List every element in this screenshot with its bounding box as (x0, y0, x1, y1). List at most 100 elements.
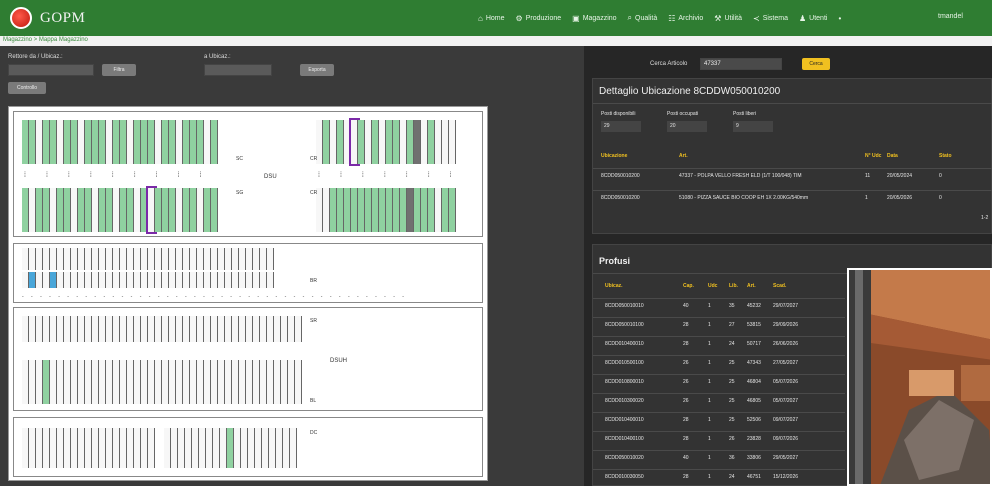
rack-row[interactable] (22, 360, 302, 404)
profili-cell[interactable]: 46804 (747, 379, 761, 385)
detail-cell[interactable]: 20/05/2024 (887, 173, 912, 179)
profili-cell[interactable]: 40 (683, 455, 689, 461)
logo-icon[interactable] (10, 7, 32, 29)
profili-cell[interactable]: 46805 (747, 398, 761, 404)
profili-cell[interactable]: 28 (683, 322, 689, 328)
rack-row[interactable] (22, 272, 274, 288)
profili-cell[interactable]: 29/07/2027 (773, 303, 798, 309)
detail-cell[interactable]: 20/05/2026 (887, 195, 912, 201)
profili-cell[interactable]: 1 (708, 379, 711, 385)
profili-cell[interactable]: 8CDD050010100 (605, 322, 644, 328)
profili-cell[interactable]: 28 (683, 436, 689, 442)
profili-cell[interactable]: 26 (683, 379, 689, 385)
profili-cell[interactable]: 1 (708, 303, 711, 309)
profili-cell[interactable]: 15/12/2026 (773, 474, 798, 480)
detail-cell[interactable]: 8CDD050010200 (601, 195, 640, 201)
profili-cell[interactable]: 09/07/2027 (773, 417, 798, 423)
detail-cell[interactable]: 1 (865, 195, 868, 201)
profili-cell[interactable]: 05/07/2026 (773, 379, 798, 385)
profili-cell[interactable]: 25 (729, 398, 735, 404)
detail-cell[interactable]: 0 (939, 195, 942, 201)
rack-row[interactable] (316, 188, 456, 232)
profili-cell[interactable]: 52506 (747, 417, 761, 423)
profili-column-header[interactable]: Scad. (773, 283, 786, 289)
rack-row[interactable] (164, 428, 297, 468)
profili-column-header[interactable]: Udc (708, 283, 717, 289)
export-button[interactable]: Esporta (300, 64, 334, 76)
rack-row[interactable] (22, 186, 218, 234)
profili-cell[interactable]: 45232 (747, 303, 761, 309)
profili-cell[interactable]: 1 (708, 436, 711, 442)
profili-cell[interactable]: 1 (708, 360, 711, 366)
profili-cell[interactable]: 1 (708, 341, 711, 347)
profili-cell[interactable]: 46751 (747, 474, 761, 480)
brand-title[interactable]: GOPM (40, 10, 85, 27)
article-search-input[interactable]: 47337 (700, 58, 782, 70)
search-button[interactable]: Cerca (802, 58, 830, 70)
nav-item-utenti[interactable]: ♟ Utenti (799, 14, 827, 23)
profili-cell[interactable]: 1 (708, 455, 711, 461)
profili-cell[interactable]: 24 (729, 341, 735, 347)
profili-cell[interactable]: 09/07/2026 (773, 436, 798, 442)
profili-cell[interactable]: 8CDD050010020 (605, 455, 644, 461)
profili-column-header[interactable]: Lib. (729, 283, 738, 289)
profili-cell[interactable]: 25 (729, 379, 735, 385)
profili-cell[interactable]: 23828 (747, 436, 761, 442)
filter-button[interactable]: Filtra (102, 64, 136, 76)
rack-row[interactable] (22, 120, 218, 164)
profili-cell[interactable]: 8CDD010800010 (605, 379, 644, 385)
profili-cell[interactable]: 1 (708, 398, 711, 404)
profili-cell[interactable]: 8CDD010300020 (605, 398, 644, 404)
detail-cell[interactable]: 0 (939, 173, 942, 179)
profili-cell[interactable]: 26/06/2026 (773, 341, 798, 347)
to-location-input[interactable] (204, 64, 272, 76)
detail-cell[interactable]: 11 (865, 173, 870, 179)
profili-column-header[interactable]: Cap. (683, 283, 694, 289)
profili-cell[interactable]: 8CDD010400010 (605, 417, 644, 423)
profili-cell[interactable]: 27 (729, 322, 735, 328)
breadcrumb[interactable]: Magazzino > Mappa Magazzino (3, 37, 88, 43)
profili-cell[interactable]: 24 (729, 474, 735, 480)
detail-column-header[interactable]: Stato (939, 153, 952, 159)
user-menu[interactable]: tmandel (938, 13, 963, 20)
rack-row[interactable] (316, 118, 456, 166)
profili-cell[interactable]: 50717 (747, 341, 761, 347)
profili-cell[interactable]: 1 (708, 417, 711, 423)
profili-cell[interactable]: 1 (708, 474, 711, 480)
nav-item-produzione[interactable]: ⚙ Produzione (516, 14, 562, 23)
nav-item-qualit[interactable]: ⌕ Qualità (628, 13, 658, 23)
profili-cell[interactable]: 28 (683, 341, 689, 347)
profili-cell[interactable]: 29/09/2026 (773, 322, 798, 328)
nav-item-magazzino[interactable]: ▣ Magazzino (572, 14, 616, 23)
profili-cell[interactable]: 26 (683, 398, 689, 404)
detail-cell[interactable]: 51080 - PIZZA SAUCE BIO COOP EH 1X 2.00K… (679, 195, 808, 201)
detail-column-header[interactable]: Art. (679, 153, 688, 159)
profili-cell[interactable]: 8CDD010030050 (605, 474, 644, 480)
rack-row[interactable] (22, 248, 274, 270)
detail-cell[interactable]: 8CDD050010200 (601, 173, 640, 179)
profili-cell[interactable]: 8CDD010400100 (605, 436, 644, 442)
profili-cell[interactable]: 35 (729, 303, 735, 309)
profili-cell[interactable]: 1 (708, 322, 711, 328)
detail-column-header[interactable]: Data (887, 153, 898, 159)
profili-column-header[interactable]: Art. (747, 283, 756, 289)
profili-cell[interactable]: 28 (683, 474, 689, 480)
profili-cell[interactable]: 53815 (747, 322, 761, 328)
detail-cell[interactable]: 47337 - POLPA VELLO FRESH ELD (1/T 100/0… (679, 173, 802, 179)
nav-item-extra[interactable]: • (838, 14, 844, 23)
profili-cell[interactable]: 25 (729, 417, 735, 423)
profili-cell[interactable]: 28 (683, 417, 689, 423)
profili-column-header[interactable]: Ubicaz. (605, 283, 623, 289)
profili-cell[interactable]: 25 (729, 360, 735, 366)
profili-cell[interactable]: 8CDD010500100 (605, 360, 644, 366)
check-button[interactable]: Controllo (8, 82, 46, 94)
from-location-input[interactable] (8, 64, 94, 76)
profili-cell[interactable]: 29/05/2027 (773, 455, 798, 461)
nav-item-sistema[interactable]: ≺ Sistema (753, 14, 788, 23)
nav-item-home[interactable]: ⌂ Home (478, 14, 505, 23)
nav-item-archivio[interactable]: ☷ Archivio (668, 14, 703, 23)
profili-cell[interactable]: 33806 (747, 455, 761, 461)
profili-cell[interactable]: 8CDD010400010 (605, 341, 644, 347)
profili-cell[interactable]: 26 (683, 360, 689, 366)
profili-cell[interactable]: 47343 (747, 360, 761, 366)
